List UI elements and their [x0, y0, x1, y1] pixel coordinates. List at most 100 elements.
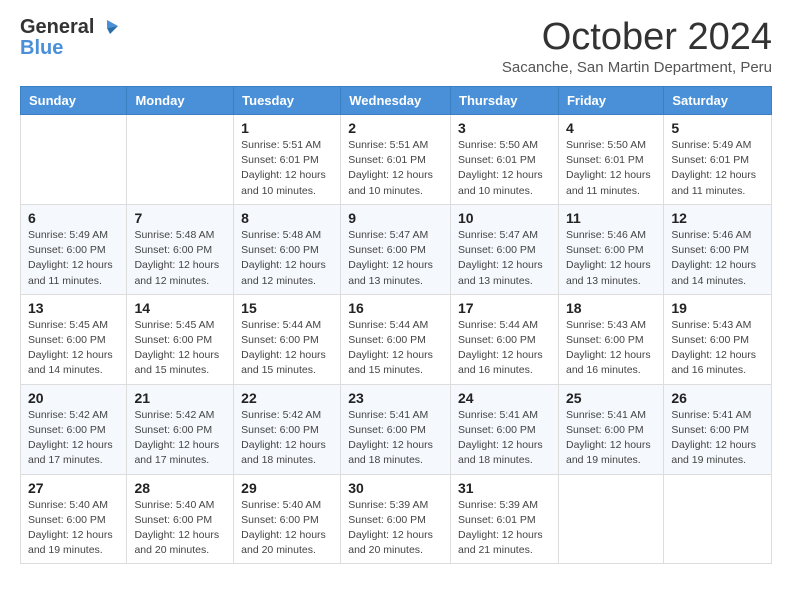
calendar-day-cell — [21, 115, 127, 205]
day-number: 15 — [241, 300, 333, 316]
day-info: Sunrise: 5:41 AM Sunset: 6:00 PM Dayligh… — [671, 408, 764, 469]
day-info: Sunrise: 5:51 AM Sunset: 6:01 PM Dayligh… — [348, 138, 443, 199]
calendar-day-cell: 28Sunrise: 5:40 AM Sunset: 6:00 PM Dayli… — [127, 474, 234, 564]
day-info: Sunrise: 5:39 AM Sunset: 6:01 PM Dayligh… — [458, 498, 551, 559]
day-info: Sunrise: 5:42 AM Sunset: 6:00 PM Dayligh… — [134, 408, 226, 469]
day-number: 19 — [671, 300, 764, 316]
day-number: 20 — [28, 390, 119, 406]
day-number: 23 — [348, 390, 443, 406]
logo: General Blue — [20, 16, 118, 58]
calendar-day-cell: 23 Sunrise: 5:41 AM Sunset: 6:00 PM Dayli… — [341, 384, 451, 474]
calendar-day-cell: 1 Sunrise: 5:51 AM Sunset: 6:01 PM Daylig… — [234, 115, 341, 205]
col-saturday: Saturday — [664, 87, 772, 115]
day-number: 12 — [671, 210, 764, 226]
calendar-day-cell: 11 Sunrise: 5:46 AM Sunset: 6:00 PM Dayli… — [558, 204, 663, 294]
calendar-day-cell: 14 Sunrise: 5:45 AM Sunset: 6:00 PM Dayli… — [127, 294, 234, 384]
calendar-table: Sunday Monday Tuesday Wednesday Thursday… — [20, 86, 772, 564]
calendar-week-row: 20 Sunrise: 5:42 AM Sunset: 6:00 PM Dayli… — [21, 384, 772, 474]
calendar-week-row: 27 Sunrise: 5:40 AM Sunset: 6:00 PM Dayli… — [21, 474, 772, 564]
calendar-day-cell: 8 Sunrise: 5:48 AM Sunset: 6:00 PM Daylig… — [234, 204, 341, 294]
col-sunday: Sunday — [21, 87, 127, 115]
day-number: 16 — [348, 300, 443, 316]
day-info: Sunrise: 5:49 AM Sunset: 6:00 PM Dayligh… — [28, 228, 119, 289]
month-title: October 2024 — [502, 16, 772, 59]
title-section: October 2024 Sacanche, San Martin Depart… — [502, 16, 772, 76]
calendar-header-row: Sunday Monday Tuesday Wednesday Thursday… — [21, 87, 772, 115]
calendar-day-cell: 16 Sunrise: 5:44 AM Sunset: 6:00 PM Dayli… — [341, 294, 451, 384]
day-info: Sunrise: 5:40 AM Sunset: 6:00 PM Dayligh… — [241, 498, 333, 559]
day-number: 30 — [348, 480, 443, 496]
day-info: Sunrise: 5:46 AM Sunset: 6:00 PM Dayligh… — [566, 228, 656, 289]
day-info: Sunrise: 5:44 AM Sunset: 6:00 PM Dayligh… — [348, 318, 443, 379]
day-info: Sunrise: 5:41 AM Sunset: 6:00 PM Dayligh… — [566, 408, 656, 469]
calendar-day-cell: 3Sunrise: 5:50 AM Sunset: 6:01 PM Daylig… — [451, 115, 559, 205]
calendar-week-row: 13 Sunrise: 5:45 AM Sunset: 6:00 PM Dayli… — [21, 294, 772, 384]
day-info: Sunrise: 5:51 AM Sunset: 6:01 PM Dayligh… — [241, 138, 333, 199]
col-monday: Monday — [127, 87, 234, 115]
calendar-day-cell: 24Sunrise: 5:41 AM Sunset: 6:00 PM Dayli… — [451, 384, 559, 474]
calendar-day-cell: 26 Sunrise: 5:41 AM Sunset: 6:00 PM Dayli… — [664, 384, 772, 474]
day-number: 8 — [241, 210, 333, 226]
col-thursday: Thursday — [451, 87, 559, 115]
calendar-day-cell: 10Sunrise: 5:47 AM Sunset: 6:00 PM Dayli… — [451, 204, 559, 294]
day-number: 27 — [28, 480, 119, 496]
logo-bird-icon — [96, 16, 118, 38]
day-number: 11 — [566, 210, 656, 226]
calendar-day-cell: 31 Sunrise: 5:39 AM Sunset: 6:01 PM Dayli… — [451, 474, 559, 564]
calendar-day-cell: 27 Sunrise: 5:40 AM Sunset: 6:00 PM Dayli… — [21, 474, 127, 564]
calendar-day-cell: 29 Sunrise: 5:40 AM Sunset: 6:00 PM Dayli… — [234, 474, 341, 564]
header: General Blue October 2024 Sacanche, San … — [20, 16, 772, 76]
day-number: 29 — [241, 480, 333, 496]
calendar-day-cell: 18Sunrise: 5:43 AM Sunset: 6:00 PM Dayli… — [558, 294, 663, 384]
day-info: Sunrise: 5:45 AM Sunset: 6:00 PM Dayligh… — [134, 318, 226, 379]
calendar-day-cell: 21Sunrise: 5:42 AM Sunset: 6:00 PM Dayli… — [127, 384, 234, 474]
day-number: 1 — [241, 120, 333, 136]
calendar-day-cell: 9 Sunrise: 5:47 AM Sunset: 6:00 PM Daylig… — [341, 204, 451, 294]
logo-blue-text: Blue — [20, 38, 63, 58]
day-info: Sunrise: 5:41 AM Sunset: 6:00 PM Dayligh… — [458, 408, 551, 469]
calendar-day-cell: 17 Sunrise: 5:44 AM Sunset: 6:00 PM Dayli… — [451, 294, 559, 384]
day-info: Sunrise: 5:46 AM Sunset: 6:00 PM Dayligh… — [671, 228, 764, 289]
calendar-day-cell: 7Sunrise: 5:48 AM Sunset: 6:00 PM Daylig… — [127, 204, 234, 294]
day-number: 6 — [28, 210, 119, 226]
logo-general-text: General — [20, 17, 94, 37]
day-number: 5 — [671, 120, 764, 136]
day-info: Sunrise: 5:47 AM Sunset: 6:00 PM Dayligh… — [458, 228, 551, 289]
calendar-day-cell: 4Sunrise: 5:50 AM Sunset: 6:01 PM Daylig… — [558, 115, 663, 205]
day-info: Sunrise: 5:44 AM Sunset: 6:00 PM Dayligh… — [458, 318, 551, 379]
day-info: Sunrise: 5:41 AM Sunset: 6:00 PM Dayligh… — [348, 408, 443, 469]
col-wednesday: Wednesday — [341, 87, 451, 115]
day-number: 2 — [348, 120, 443, 136]
calendar-day-cell: 5 Sunrise: 5:49 AM Sunset: 6:01 PM Daylig… — [664, 115, 772, 205]
day-number: 13 — [28, 300, 119, 316]
day-info: Sunrise: 5:49 AM Sunset: 6:01 PM Dayligh… — [671, 138, 764, 199]
calendar-week-row: 1 Sunrise: 5:51 AM Sunset: 6:01 PM Daylig… — [21, 115, 772, 205]
calendar-day-cell: 19 Sunrise: 5:43 AM Sunset: 6:00 PM Dayli… — [664, 294, 772, 384]
day-number: 17 — [458, 300, 551, 316]
day-info: Sunrise: 5:44 AM Sunset: 6:00 PM Dayligh… — [241, 318, 333, 379]
day-info: Sunrise: 5:40 AM Sunset: 6:00 PM Dayligh… — [28, 498, 119, 559]
calendar-day-cell: 12 Sunrise: 5:46 AM Sunset: 6:00 PM Dayli… — [664, 204, 772, 294]
day-info: Sunrise: 5:43 AM Sunset: 6:00 PM Dayligh… — [671, 318, 764, 379]
calendar-week-row: 6 Sunrise: 5:49 AM Sunset: 6:00 PM Daylig… — [21, 204, 772, 294]
col-tuesday: Tuesday — [234, 87, 341, 115]
page: General Blue October 2024 Sacanche, San … — [0, 0, 792, 580]
day-info: Sunrise: 5:50 AM Sunset: 6:01 PM Dayligh… — [458, 138, 551, 199]
day-info: Sunrise: 5:47 AM Sunset: 6:00 PM Dayligh… — [348, 228, 443, 289]
day-number: 9 — [348, 210, 443, 226]
calendar-day-cell: 2 Sunrise: 5:51 AM Sunset: 6:01 PM Daylig… — [341, 115, 451, 205]
calendar-day-cell: 20Sunrise: 5:42 AM Sunset: 6:00 PM Dayli… — [21, 384, 127, 474]
day-number: 18 — [566, 300, 656, 316]
calendar-day-cell — [664, 474, 772, 564]
day-number: 14 — [134, 300, 226, 316]
day-number: 31 — [458, 480, 551, 496]
day-info: Sunrise: 5:50 AM Sunset: 6:01 PM Dayligh… — [566, 138, 656, 199]
day-info: Sunrise: 5:48 AM Sunset: 6:00 PM Dayligh… — [134, 228, 226, 289]
day-info: Sunrise: 5:42 AM Sunset: 6:00 PM Dayligh… — [241, 408, 333, 469]
day-number: 28 — [134, 480, 226, 496]
calendar-day-cell: 15 Sunrise: 5:44 AM Sunset: 6:00 PM Dayli… — [234, 294, 341, 384]
day-number: 26 — [671, 390, 764, 406]
day-number: 22 — [241, 390, 333, 406]
day-info: Sunrise: 5:48 AM Sunset: 6:00 PM Dayligh… — [241, 228, 333, 289]
day-info: Sunrise: 5:39 AM Sunset: 6:00 PM Dayligh… — [348, 498, 443, 559]
